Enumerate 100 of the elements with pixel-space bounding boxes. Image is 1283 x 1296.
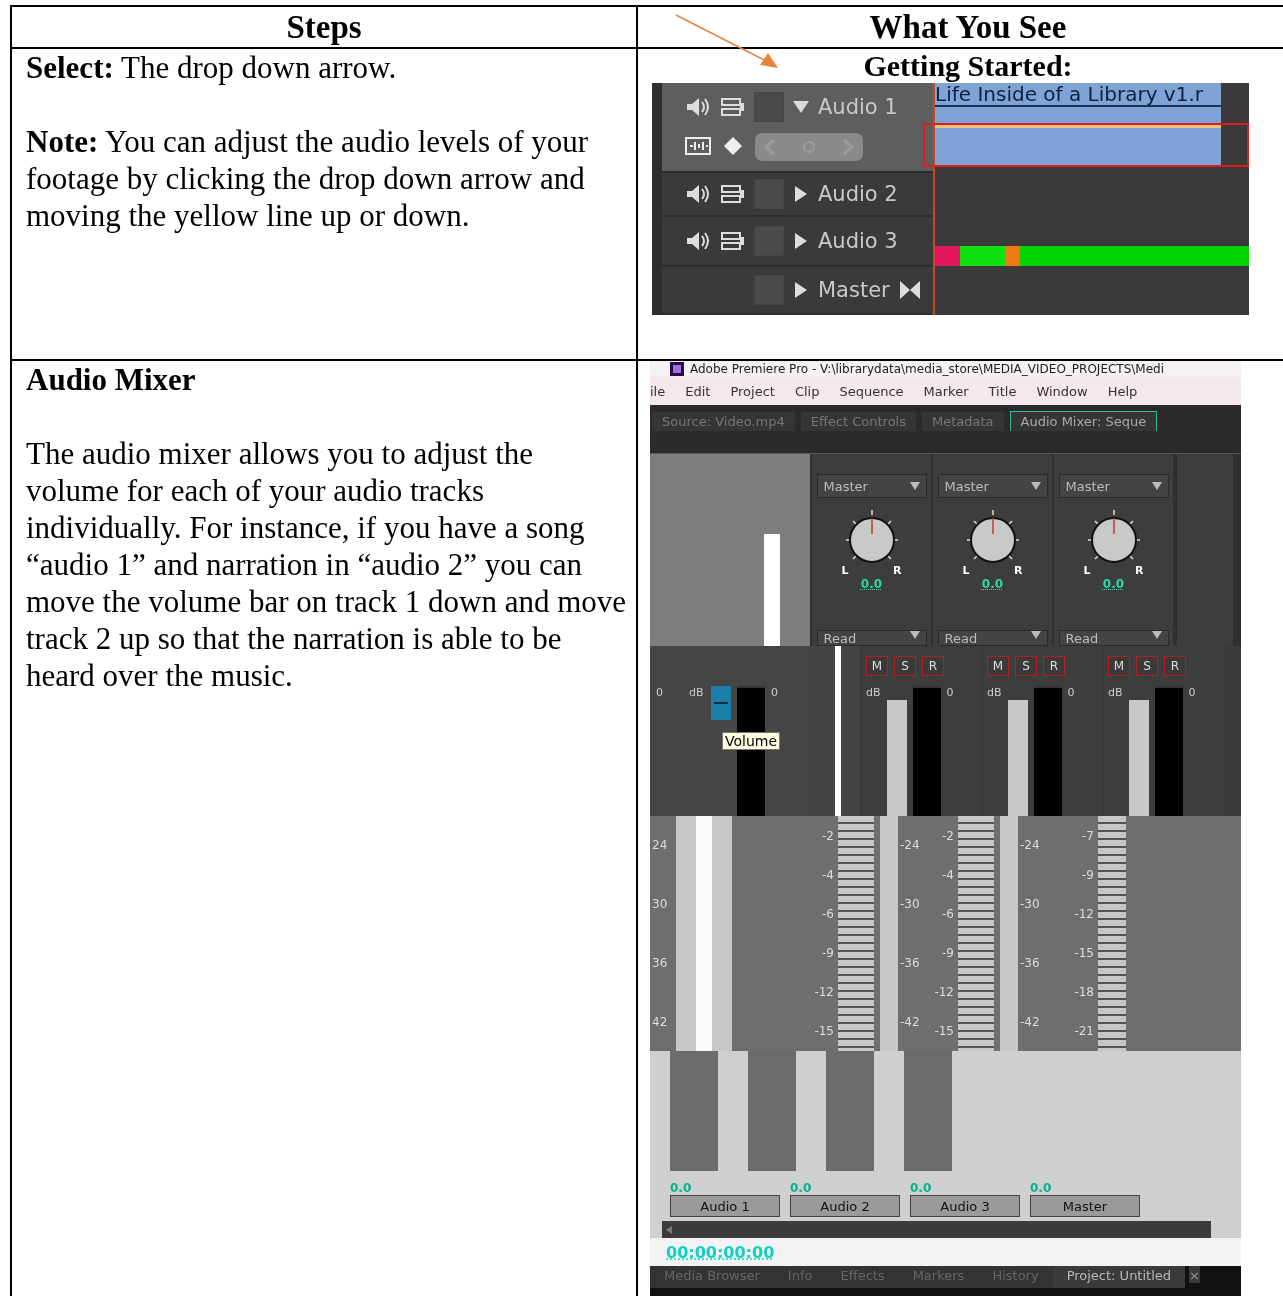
volume-fader-thumb[interactable]: [711, 686, 731, 720]
pan-label: L: [1083, 564, 1091, 577]
panel-tab[interactable]: Audio Mixer: Seque: [1009, 411, 1158, 431]
fader-track[interactable]: [886, 700, 907, 816]
pan-label: R: [1014, 564, 1023, 577]
track-output-icon[interactable]: [720, 230, 746, 252]
db-label: dB: [1108, 686, 1123, 701]
menu-item[interactable]: Title: [988, 383, 1017, 399]
pan-label: R: [1135, 564, 1144, 577]
pan-label: L: [962, 564, 970, 577]
scale-label: 36: [652, 955, 669, 970]
scale-label: 0: [656, 686, 663, 701]
scale-label: -30: [1020, 897, 1041, 912]
channel-name-button[interactable]: Audio 2: [790, 1195, 900, 1217]
channel-name-button[interactable]: Audio 3: [910, 1195, 1020, 1217]
tooltip: Volume: [722, 732, 781, 750]
track-toggle-button[interactable]: R: [922, 656, 944, 676]
step-text: Select: The drop down arrow.: [26, 49, 398, 86]
speaker-icon[interactable]: [684, 95, 712, 119]
track-toggle-button[interactable]: S: [894, 656, 916, 676]
pan-knob[interactable]: [965, 509, 1020, 563]
scale-label: -12: [933, 985, 954, 1000]
fader-track[interactable]: [1128, 700, 1149, 816]
pan-knob[interactable]: [1086, 509, 1141, 563]
scale-label: -7: [1081, 828, 1094, 843]
scale-label: -15: [933, 1024, 954, 1039]
scale-label: -15: [1073, 946, 1094, 961]
fader-track[interactable]: [1098, 816, 1126, 1051]
scale-label: -4: [941, 867, 954, 882]
track-toggle-button[interactable]: R: [1164, 656, 1186, 676]
track-toggle-button[interactable]: R: [1043, 656, 1065, 676]
scale-label: -15: [813, 1024, 834, 1039]
lock-toggle[interactable]: [754, 92, 784, 122]
track-toggle-button[interactable]: M: [987, 656, 1009, 676]
pan-value[interactable]: 0.0: [860, 577, 883, 591]
speaker-icon[interactable]: [684, 182, 712, 206]
fader-track[interactable]: [838, 816, 874, 1051]
menu-item[interactable]: Window: [1036, 383, 1088, 399]
track-toggle-button[interactable]: M: [1108, 656, 1130, 676]
channel-name-button[interactable]: Master: [1030, 1195, 1140, 1217]
menu-item[interactable]: Help: [1107, 383, 1138, 399]
caret-icon: [1030, 482, 1041, 490]
caret-icon: [909, 631, 920, 639]
db-label: dB: [689, 686, 705, 699]
pan-label: R: [893, 564, 902, 577]
scale-label: -30: [900, 897, 921, 912]
menu-item[interactable]: ile: [650, 383, 666, 399]
close-icon[interactable]: ×: [1189, 1266, 1200, 1283]
track-toggle-button[interactable]: S: [1015, 656, 1037, 676]
speaker-icon[interactable]: [684, 229, 712, 253]
step-text: Note: You can adjust the audio levels of your footage by clicking the drop down arrow and moving the yellow line up or down.: [26, 123, 590, 234]
track-output-icon[interactable]: [720, 96, 746, 118]
scroll-left-icon[interactable]: [666, 1225, 672, 1234]
menu-item[interactable]: Marker: [923, 383, 969, 399]
pan-value[interactable]: 0.0: [1102, 577, 1125, 591]
output-dropdown[interactable]: Master: [816, 474, 927, 498]
output-dropdown[interactable]: Master: [1058, 474, 1169, 498]
fader-track[interactable]: [958, 816, 994, 1051]
scale-label: -6: [821, 906, 834, 921]
scale-label: -42: [900, 1014, 921, 1029]
pan-knob[interactable]: [844, 509, 899, 563]
track-name: Audio 2: [818, 182, 898, 206]
scale-label: -36: [900, 955, 921, 970]
scale-label: -42: [1020, 1014, 1041, 1029]
fader-track[interactable]: [1007, 700, 1028, 816]
automation-dropdown[interactable]: Read: [937, 630, 1048, 646]
automation-dropdown[interactable]: Read: [1058, 630, 1169, 646]
panel-tab[interactable]: Project: Untitled: [1052, 1266, 1186, 1288]
output-dropdown[interactable]: Master: [937, 474, 1048, 498]
menu-item[interactable]: Project: [730, 383, 775, 399]
scale-label: 24: [652, 838, 669, 853]
channel-name-button[interactable]: Audio 1: [670, 1195, 780, 1217]
menu-item[interactable]: Clip: [794, 383, 820, 399]
audio-clip[interactable]: Life Inside of a Library v1.r: [935, 83, 1221, 165]
scale-label: -24: [1020, 838, 1041, 853]
caret-icon: [1151, 482, 1162, 490]
scale-label: -6: [941, 906, 954, 921]
scale-label: -21: [1073, 1024, 1094, 1039]
track-toggle-button[interactable]: S: [1136, 656, 1158, 676]
scale-label: -12: [1073, 906, 1094, 921]
scale-label: -9: [1081, 867, 1094, 882]
menu-item[interactable]: Edit: [685, 383, 711, 399]
automation-dropdown[interactable]: Read: [816, 630, 927, 646]
db-label: dB: [866, 686, 881, 701]
window-title: Adobe Premiere Pro - V:\librarydata\media_store\MEDIA_VIDEO_PROJECTS\Medi: [690, 362, 1165, 376]
column-header: What You See: [869, 9, 1067, 45]
track-output-icon[interactable]: [720, 183, 746, 205]
pan-label: L: [841, 564, 849, 577]
scale-label: -9: [821, 946, 834, 961]
pan-value[interactable]: 0.0: [981, 577, 1004, 591]
track-toggle-button[interactable]: M: [866, 656, 888, 676]
column-header: Steps: [286, 9, 362, 45]
app-logo-icon: [670, 362, 684, 376]
step-heading: Audio Mixer: [26, 362, 196, 397]
menu-item[interactable]: Sequence: [839, 383, 904, 399]
scale-label: 30: [652, 897, 669, 912]
scroll-bar[interactable]: [662, 1221, 1211, 1238]
track-name: Master: [818, 278, 890, 302]
bowtie-icon: [897, 279, 922, 301]
scale-label: -4: [821, 867, 834, 882]
